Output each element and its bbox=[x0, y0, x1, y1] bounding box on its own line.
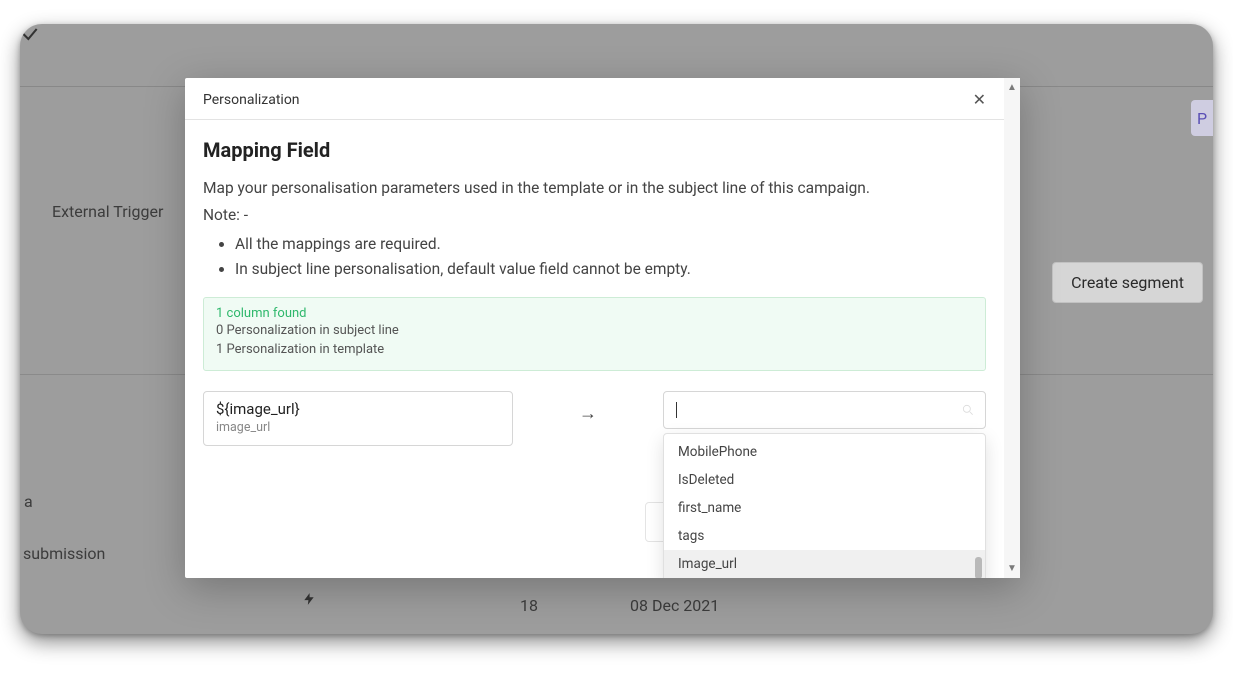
date-value: 08 Dec 2021 bbox=[630, 596, 719, 615]
dropdown-option-mobilephone[interactable]: MobilePhone bbox=[664, 438, 985, 466]
modal-header-title: Personalization bbox=[203, 92, 300, 108]
row-text-a: a bbox=[24, 492, 33, 511]
personalization-modal: Personalization ✕ Mapping Field Map your… bbox=[185, 78, 1020, 578]
row-text-submission: submission bbox=[23, 544, 105, 563]
count-value: 18 bbox=[520, 596, 538, 615]
mapping-row: ${image_url} image_url → bbox=[203, 391, 986, 446]
close-icon[interactable]: ✕ bbox=[973, 90, 986, 109]
section-label-external-trigger: External Trigger bbox=[52, 202, 163, 221]
note-label: Note: - bbox=[203, 203, 986, 228]
app-frame: External Trigger a submission 18 08 Dec … bbox=[20, 24, 1213, 634]
mapping-field-title: Mapping Field bbox=[203, 138, 986, 162]
scroll-up-icon[interactable]: ▲ bbox=[1007, 82, 1017, 93]
modal-scrollbar[interactable]: ▲ ▼ bbox=[1004, 78, 1020, 578]
parameter-name: image_url bbox=[216, 420, 500, 435]
bolt-icon bbox=[302, 590, 316, 612]
note-item: All the mappings are required. bbox=[235, 232, 986, 258]
dropdown-option-first-name[interactable]: first_name bbox=[664, 494, 985, 522]
mapping-select-input[interactable] bbox=[663, 391, 986, 429]
mapping-description: Map your personalisation parameters used… bbox=[203, 176, 986, 201]
arrow-icon: → bbox=[513, 391, 663, 424]
search-icon bbox=[961, 403, 975, 417]
parameter-variable: ${image_url} bbox=[216, 400, 500, 418]
dropdown-scrollbar-thumb[interactable] bbox=[975, 557, 982, 578]
note-item: In subject line personalisation, default… bbox=[235, 257, 986, 283]
info-columns-found: 1 column found bbox=[216, 306, 973, 321]
modal-header: Personalization ✕ bbox=[185, 78, 1004, 120]
corner-button[interactable]: P bbox=[1191, 100, 1213, 136]
info-template-count: 1 Personalization in template bbox=[216, 340, 973, 360]
dropdown-option-tags[interactable]: tags bbox=[664, 522, 985, 550]
scroll-down-icon[interactable]: ▼ bbox=[1007, 563, 1017, 574]
dropdown-option-isdeleted[interactable]: IsDeleted bbox=[664, 466, 985, 494]
dropdown-option-image-url[interactable]: Image_url bbox=[664, 550, 985, 578]
info-box: 1 column found 0 Personalization in subj… bbox=[203, 297, 986, 371]
check-icon bbox=[20, 24, 46, 50]
create-segment-button[interactable]: Create segment bbox=[1052, 262, 1203, 303]
info-subject-count: 0 Personalization in subject line bbox=[216, 321, 973, 341]
note-list: All the mappings are required. In subjec… bbox=[235, 232, 986, 283]
parameter-box: ${image_url} image_url bbox=[203, 391, 513, 446]
mapping-dropdown: MobilePhone IsDeleted first_name tags Im… bbox=[663, 433, 986, 578]
